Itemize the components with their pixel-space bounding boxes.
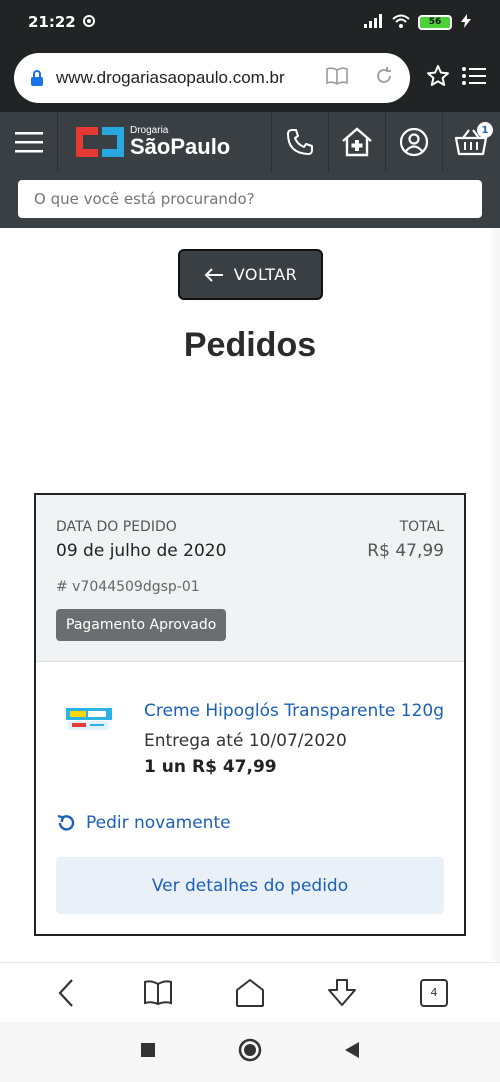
download-icon <box>328 978 356 1006</box>
system-back-button[interactable] <box>344 1041 360 1063</box>
status-badge: Pagamento Aprovado <box>56 609 227 641</box>
signal-icon <box>364 13 384 31</box>
delivery-date: Entrega até 10/07/2020 <box>144 731 347 751</box>
reorder-link[interactable]: Pedir novamente <box>56 813 231 833</box>
order-card: DATA DO PEDIDO 09 de julho de 2020 TOTAL… <box>34 493 466 936</box>
site-logo[interactable]: Drogaria SãoPaulo <box>58 112 272 172</box>
triangle-back-icon <box>345 1042 359 1058</box>
system-navigation-bar <box>0 1022 500 1082</box>
charging-icon <box>460 13 472 31</box>
square-icon <box>141 1043 155 1057</box>
downloads-button[interactable] <box>322 973 362 1013</box>
hamburger-icon <box>14 132 43 153</box>
site-header: Drogaria SãoPaulo 1 <box>0 112 500 172</box>
lock-icon <box>30 70 44 86</box>
order-date-label: DATA DO PEDIDO <box>56 519 177 535</box>
reader-mode-icon[interactable] <box>326 67 348 89</box>
chevron-left-icon <box>58 978 73 1007</box>
status-bar: 21:22 56 <box>0 0 500 44</box>
search-input[interactable] <box>18 180 482 218</box>
cart-count-badge: 1 <box>477 122 493 138</box>
reload-icon[interactable] <box>374 66 394 90</box>
browser-menu-icon[interactable] <box>462 66 486 90</box>
system-home-button[interactable] <box>238 1038 262 1066</box>
recents-button[interactable] <box>140 1042 156 1062</box>
wifi-icon <box>392 14 410 31</box>
circle-icon <box>238 1038 262 1062</box>
product-name-link[interactable]: Creme Hipoglós Transparente 120g <box>144 701 444 721</box>
reorder-label: Pedir novamente <box>86 813 231 833</box>
phone-button[interactable] <box>272 112 329 172</box>
status-time: 21:22 <box>28 13 76 31</box>
browser-home-button[interactable] <box>230 973 270 1013</box>
battery-icon: 56 <box>418 14 452 30</box>
browser-bar: www.drogariasaopaulo.com.br <box>0 44 500 112</box>
pharmacy-store-button[interactable] <box>329 112 386 172</box>
order-total-value: R$ 47,99 <box>367 541 444 561</box>
pharmacy-home-icon <box>342 127 372 157</box>
url-text: www.drogariasaopaulo.com.br <box>56 68 285 87</box>
home-icon <box>236 978 264 1007</box>
browser-bottom-toolbar: 4 <box>0 962 500 1022</box>
order-id: # v7044509dgsp-01 <box>56 579 200 595</box>
product-quantity: 1 un <box>144 757 186 777</box>
bookmarks-button[interactable] <box>138 973 178 1013</box>
book-icon <box>144 979 172 1005</box>
bookmark-star-icon[interactable] <box>426 64 450 92</box>
hamburger-menu-button[interactable] <box>0 112 58 172</box>
cart-button[interactable]: 1 <box>443 112 499 172</box>
user-icon <box>399 127 429 157</box>
reorder-icon <box>57 814 75 831</box>
phone-icon <box>287 129 313 155</box>
arrow-left-icon <box>204 267 223 282</box>
account-button[interactable] <box>386 112 443 172</box>
address-bar[interactable]: www.drogariasaopaulo.com.br <box>14 53 410 103</box>
order-header: DATA DO PEDIDO 09 de julho de 2020 TOTAL… <box>36 495 464 662</box>
product-image[interactable] <box>66 702 112 734</box>
logo-text-big: SãoPaulo <box>130 134 231 159</box>
product-price: R$ 47,99 <box>192 757 277 777</box>
notification-icon <box>82 13 96 32</box>
browser-back-button[interactable] <box>46 973 86 1013</box>
back-button[interactable]: VOLTAR <box>178 249 323 300</box>
search-bar <box>0 172 500 228</box>
logo-mark-icon <box>76 127 124 157</box>
order-total-label: TOTAL <box>399 519 444 535</box>
page-title: Pedidos <box>183 326 317 364</box>
tabs-button[interactable]: 4 <box>414 973 454 1013</box>
order-details-button[interactable]: Ver detalhes do pedido <box>56 857 444 914</box>
order-date-value: 09 de julho de 2020 <box>56 541 227 561</box>
tab-count: 4 <box>420 978 448 1007</box>
back-button-label: VOLTAR <box>233 265 298 284</box>
